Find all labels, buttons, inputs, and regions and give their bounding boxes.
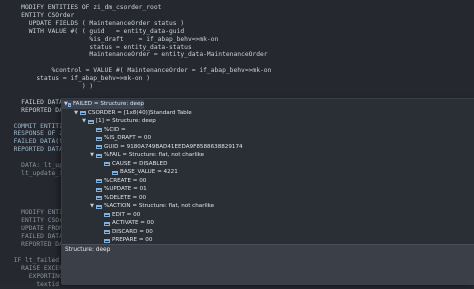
tree-node-label: PREPARE = 00 xyxy=(112,237,153,243)
variable-icon xyxy=(96,196,102,200)
detail-pane: Structure: deep xyxy=(62,244,474,285)
variable-icon xyxy=(104,213,110,217)
variable-tree[interactable]: ▼ FAILED = Structure: deep ▼ CSORDER = [1x8… xyxy=(62,99,474,244)
code-line: textid xyxy=(6,280,60,288)
chevron-down-icon[interactable]: ▼ xyxy=(88,202,96,211)
variable-icon xyxy=(80,111,86,115)
chevron-down-icon[interactable]: ▼ xyxy=(88,151,96,160)
variable-icon xyxy=(96,128,102,132)
code-line: MaintenanceOrder = entity_data-Maintenan… xyxy=(6,51,268,59)
variable-icon xyxy=(104,230,110,234)
code-line: ) ) xyxy=(6,83,94,90)
detail-text: Structure: deep xyxy=(65,247,111,253)
variable-icon xyxy=(96,145,102,149)
variable-icon xyxy=(88,119,94,124)
variable-icon xyxy=(96,153,102,158)
chevron-down-icon[interactable]: ▼ xyxy=(72,109,80,118)
variable-icon xyxy=(112,170,118,175)
tree-node[interactable]: PREPARE = 00 xyxy=(96,236,152,244)
variable-icon xyxy=(96,187,102,192)
variable-icon xyxy=(104,238,110,243)
variable-icon xyxy=(96,179,102,183)
variable-icon xyxy=(67,102,71,107)
variable-icon xyxy=(96,136,102,141)
debug-hover-popup[interactable]: ▼ FAILED = Structure: deep ▼ CSORDER = [1x8… xyxy=(61,98,474,285)
variable-icon xyxy=(96,204,102,209)
variable-icon xyxy=(104,162,110,166)
chevron-down-icon[interactable]: ▼ xyxy=(80,117,88,126)
variable-icon xyxy=(104,221,110,226)
